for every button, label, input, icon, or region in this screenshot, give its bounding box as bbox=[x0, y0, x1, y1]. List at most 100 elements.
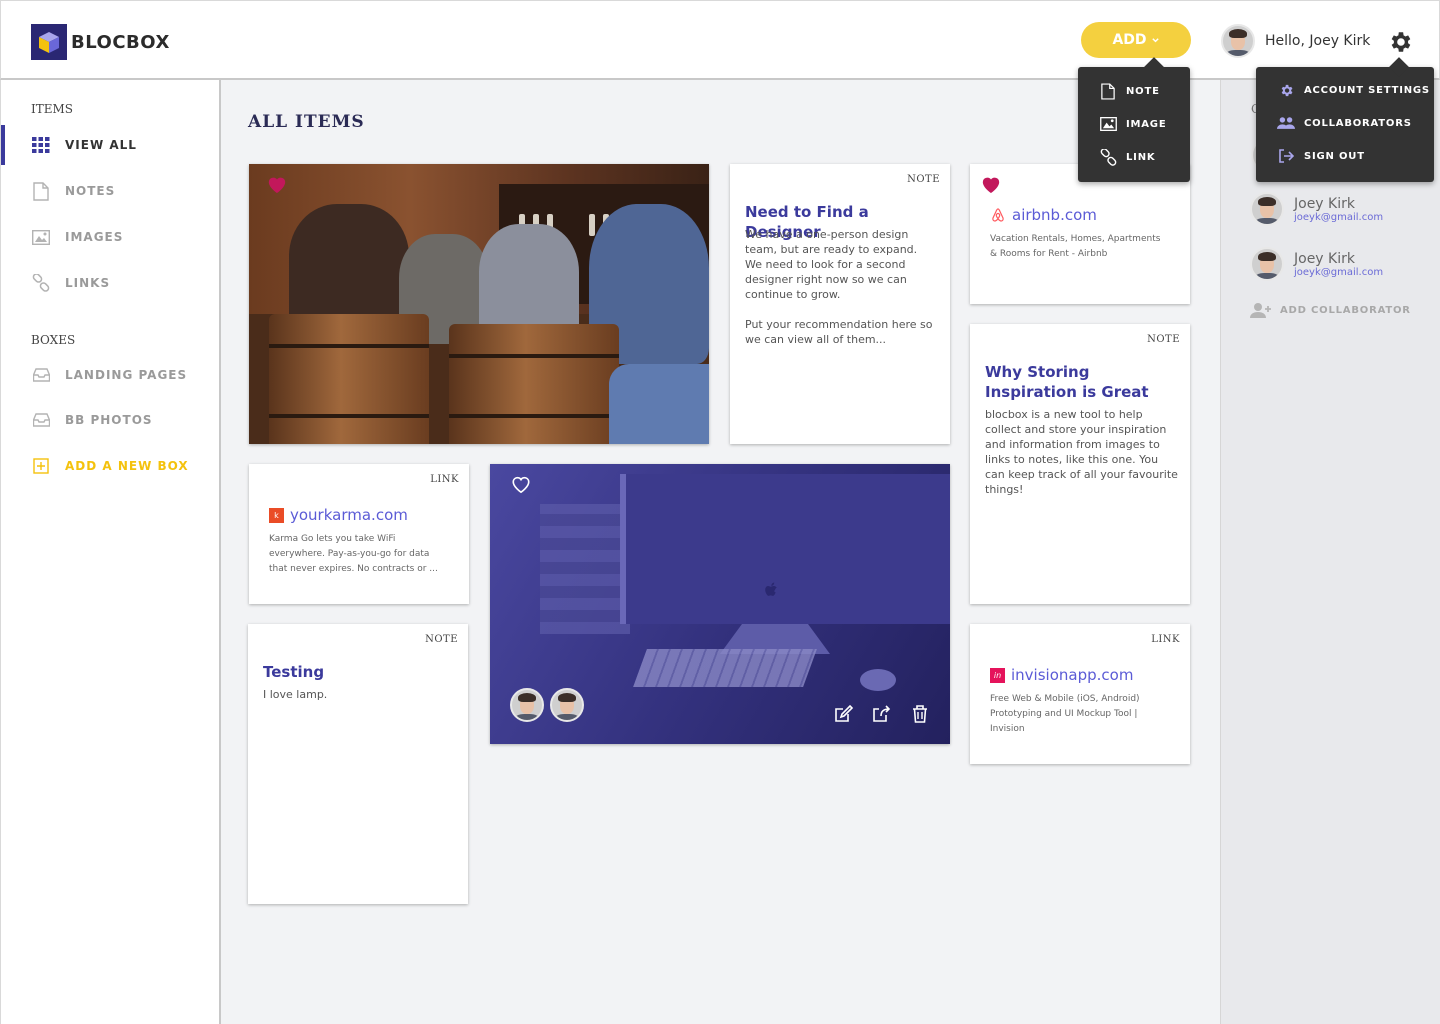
gear-icon[interactable] bbox=[1387, 29, 1413, 55]
cube-logo-icon bbox=[31, 24, 67, 60]
note-title: Why Storing Inspiration is Great bbox=[985, 363, 1149, 401]
bar-photo-card[interactable] bbox=[249, 164, 709, 444]
heart-outline-icon[interactable] bbox=[510, 474, 532, 494]
sign-out-icon bbox=[1276, 146, 1296, 166]
link-icon bbox=[1098, 147, 1118, 167]
card-type-label: LINK bbox=[430, 474, 459, 485]
share-icon[interactable] bbox=[872, 704, 892, 724]
add-menu-item-image[interactable]: IMAGE bbox=[1098, 114, 1166, 134]
airbnb-icon bbox=[992, 208, 1004, 222]
inbox-icon bbox=[31, 410, 51, 430]
image-icon bbox=[31, 227, 51, 247]
collaborator-row[interactable]: Joey Kirk joeyk@gmail.com bbox=[1250, 247, 1383, 281]
link-row[interactable]: in invisionapp.com bbox=[990, 666, 1133, 684]
sidebar-item-view-all[interactable]: VIEW ALL bbox=[1, 125, 220, 165]
invision-icon: in bbox=[990, 667, 1005, 683]
sidebar-item-label: LINKS bbox=[65, 276, 111, 290]
page-title: ALL ITEMS bbox=[248, 112, 365, 132]
testing-note-card[interactable]: NOTE Testing I love lamp. bbox=[248, 624, 468, 904]
sidebar-item-notes[interactable]: NOTES bbox=[1, 176, 220, 206]
heart-filled-icon[interactable] bbox=[980, 174, 1002, 194]
sidebar-item-label: LANDING PAGES bbox=[65, 368, 188, 382]
sidebar: ITEMS VIEW ALL NOTES IMAGES LINKS BOXES … bbox=[0, 80, 221, 1024]
chevron-down-icon bbox=[1151, 37, 1159, 42]
note-icon bbox=[31, 181, 51, 201]
link-url[interactable]: airbnb.com bbox=[1012, 206, 1097, 224]
sidebar-item-bb-photos[interactable]: BB PHOTOS bbox=[1, 405, 220, 435]
sidebar-item-label: IMAGES bbox=[65, 230, 124, 244]
link-description: Free Web & Mobile (iOS, Android) Prototy… bbox=[990, 694, 1140, 734]
add-new-box-button[interactable]: ADD A NEW BOX bbox=[1, 451, 220, 481]
menu-item-label: LINK bbox=[1126, 151, 1156, 163]
sidebar-item-landing-pages[interactable]: LANDING PAGES bbox=[1, 360, 220, 390]
avatar bbox=[1221, 24, 1255, 58]
collaborator-name: Joey Kirk bbox=[1294, 195, 1355, 212]
invision-link-card[interactable]: LINK in invisionapp.com Free Web & Mobil… bbox=[970, 624, 1190, 764]
edit-icon[interactable] bbox=[834, 704, 854, 724]
menu-item-account-settings[interactable]: ACCOUNT SETTINGS bbox=[1276, 80, 1430, 100]
grid-icon bbox=[31, 135, 51, 155]
add-menu-item-link[interactable]: LINK bbox=[1098, 147, 1155, 167]
menu-item-label: IMAGE bbox=[1126, 118, 1167, 130]
note-title: Testing bbox=[263, 663, 325, 681]
avatar bbox=[510, 688, 544, 722]
card-type-label: LINK bbox=[1151, 634, 1180, 645]
inspiration-note-card[interactable]: NOTE Why Storing Inspiration is Great bl… bbox=[970, 324, 1190, 604]
add-new-box-label: ADD A NEW BOX bbox=[65, 459, 189, 473]
link-row[interactable]: airbnb.com bbox=[990, 206, 1097, 224]
menu-item-label: COLLABORATORS bbox=[1304, 117, 1412, 129]
collaborator-row[interactable]: Joey Kirk joeyk@gmail.com bbox=[1250, 192, 1383, 226]
add-collaborator-button[interactable]: ADD COLLABORATOR bbox=[1250, 302, 1411, 318]
menu-item-sign-out[interactable]: SIGN OUT bbox=[1276, 146, 1365, 166]
app-name: BLOCBOX bbox=[71, 31, 170, 53]
add-user-icon bbox=[1250, 303, 1271, 318]
card-type-label: NOTE bbox=[425, 634, 458, 645]
note-body: We have a one-person design team, but ar… bbox=[745, 228, 918, 301]
sidebar-item-label: VIEW ALL bbox=[65, 138, 137, 152]
inbox-icon bbox=[31, 365, 51, 385]
note-icon bbox=[1098, 81, 1118, 101]
plus-square-icon bbox=[31, 456, 51, 476]
apple-logo-icon bbox=[765, 582, 777, 596]
link-icon bbox=[31, 273, 51, 293]
link-description: Vacation Rentals, Homes, Apartments & Ro… bbox=[990, 234, 1161, 259]
karma-link-card[interactable]: LINK k yourkarma.com Karma Go lets you t… bbox=[249, 464, 469, 604]
link-url[interactable]: invisionapp.com bbox=[1011, 666, 1133, 684]
sidebar-item-images[interactable]: IMAGES bbox=[1, 222, 220, 252]
sidebar-item-links[interactable]: LINKS bbox=[1, 268, 220, 298]
sidebar-item-label: BB PHOTOS bbox=[65, 413, 153, 427]
card-type-label: NOTE bbox=[907, 174, 940, 185]
collaborator-email[interactable]: joeyk@gmail.com bbox=[1294, 267, 1383, 278]
link-url[interactable]: yourkarma.com bbox=[290, 506, 408, 524]
settings-dropdown-menu: ACCOUNT SETTINGS COLLABORATORS SIGN OUT bbox=[1256, 57, 1434, 182]
people-icon bbox=[1276, 113, 1296, 133]
menu-item-label: SIGN OUT bbox=[1304, 150, 1365, 162]
shared-with-avatars bbox=[510, 688, 584, 722]
image-icon bbox=[1098, 114, 1118, 134]
trash-icon[interactable] bbox=[910, 704, 930, 724]
card-type-label: NOTE bbox=[1147, 334, 1180, 345]
avatar bbox=[1250, 192, 1284, 226]
items-heading: ITEMS bbox=[31, 102, 74, 116]
collaborator-name: Joey Kirk bbox=[1294, 250, 1355, 267]
add-menu-item-note[interactable]: NOTE bbox=[1098, 81, 1160, 101]
add-collaborator-label: ADD COLLABORATOR bbox=[1280, 304, 1411, 316]
link-row[interactable]: k yourkarma.com bbox=[269, 506, 408, 524]
app-logo[interactable]: BLOCBOX bbox=[31, 24, 170, 60]
computer-image-card[interactable]: COMPUTER.JPG bbox=[490, 464, 950, 744]
sidebar-item-label: NOTES bbox=[65, 184, 116, 198]
add-button[interactable]: ADD bbox=[1081, 22, 1191, 58]
heart-filled-icon[interactable] bbox=[266, 174, 288, 194]
airbnb-link-card[interactable]: LINK airbnb.com Vacation Rentals, Homes,… bbox=[970, 164, 1190, 304]
note-body: I love lamp. bbox=[263, 688, 328, 701]
collaborator-email[interactable]: joeyk@gmail.com bbox=[1294, 212, 1383, 223]
user-menu[interactable]: Hello, Joey Kirk bbox=[1221, 24, 1370, 58]
add-button-label: ADD bbox=[1112, 32, 1147, 48]
note-body: blocbox is a new tool to help collect an… bbox=[985, 408, 1178, 496]
gear-icon bbox=[1276, 80, 1296, 100]
designer-note-card[interactable]: NOTE Need to Find a Designer We have a o… bbox=[730, 164, 950, 444]
greeting-text: Hello, Joey Kirk bbox=[1265, 33, 1371, 49]
karma-icon: k bbox=[269, 507, 284, 523]
menu-item-collaborators[interactable]: COLLABORATORS bbox=[1276, 113, 1412, 133]
avatar bbox=[1250, 247, 1284, 281]
